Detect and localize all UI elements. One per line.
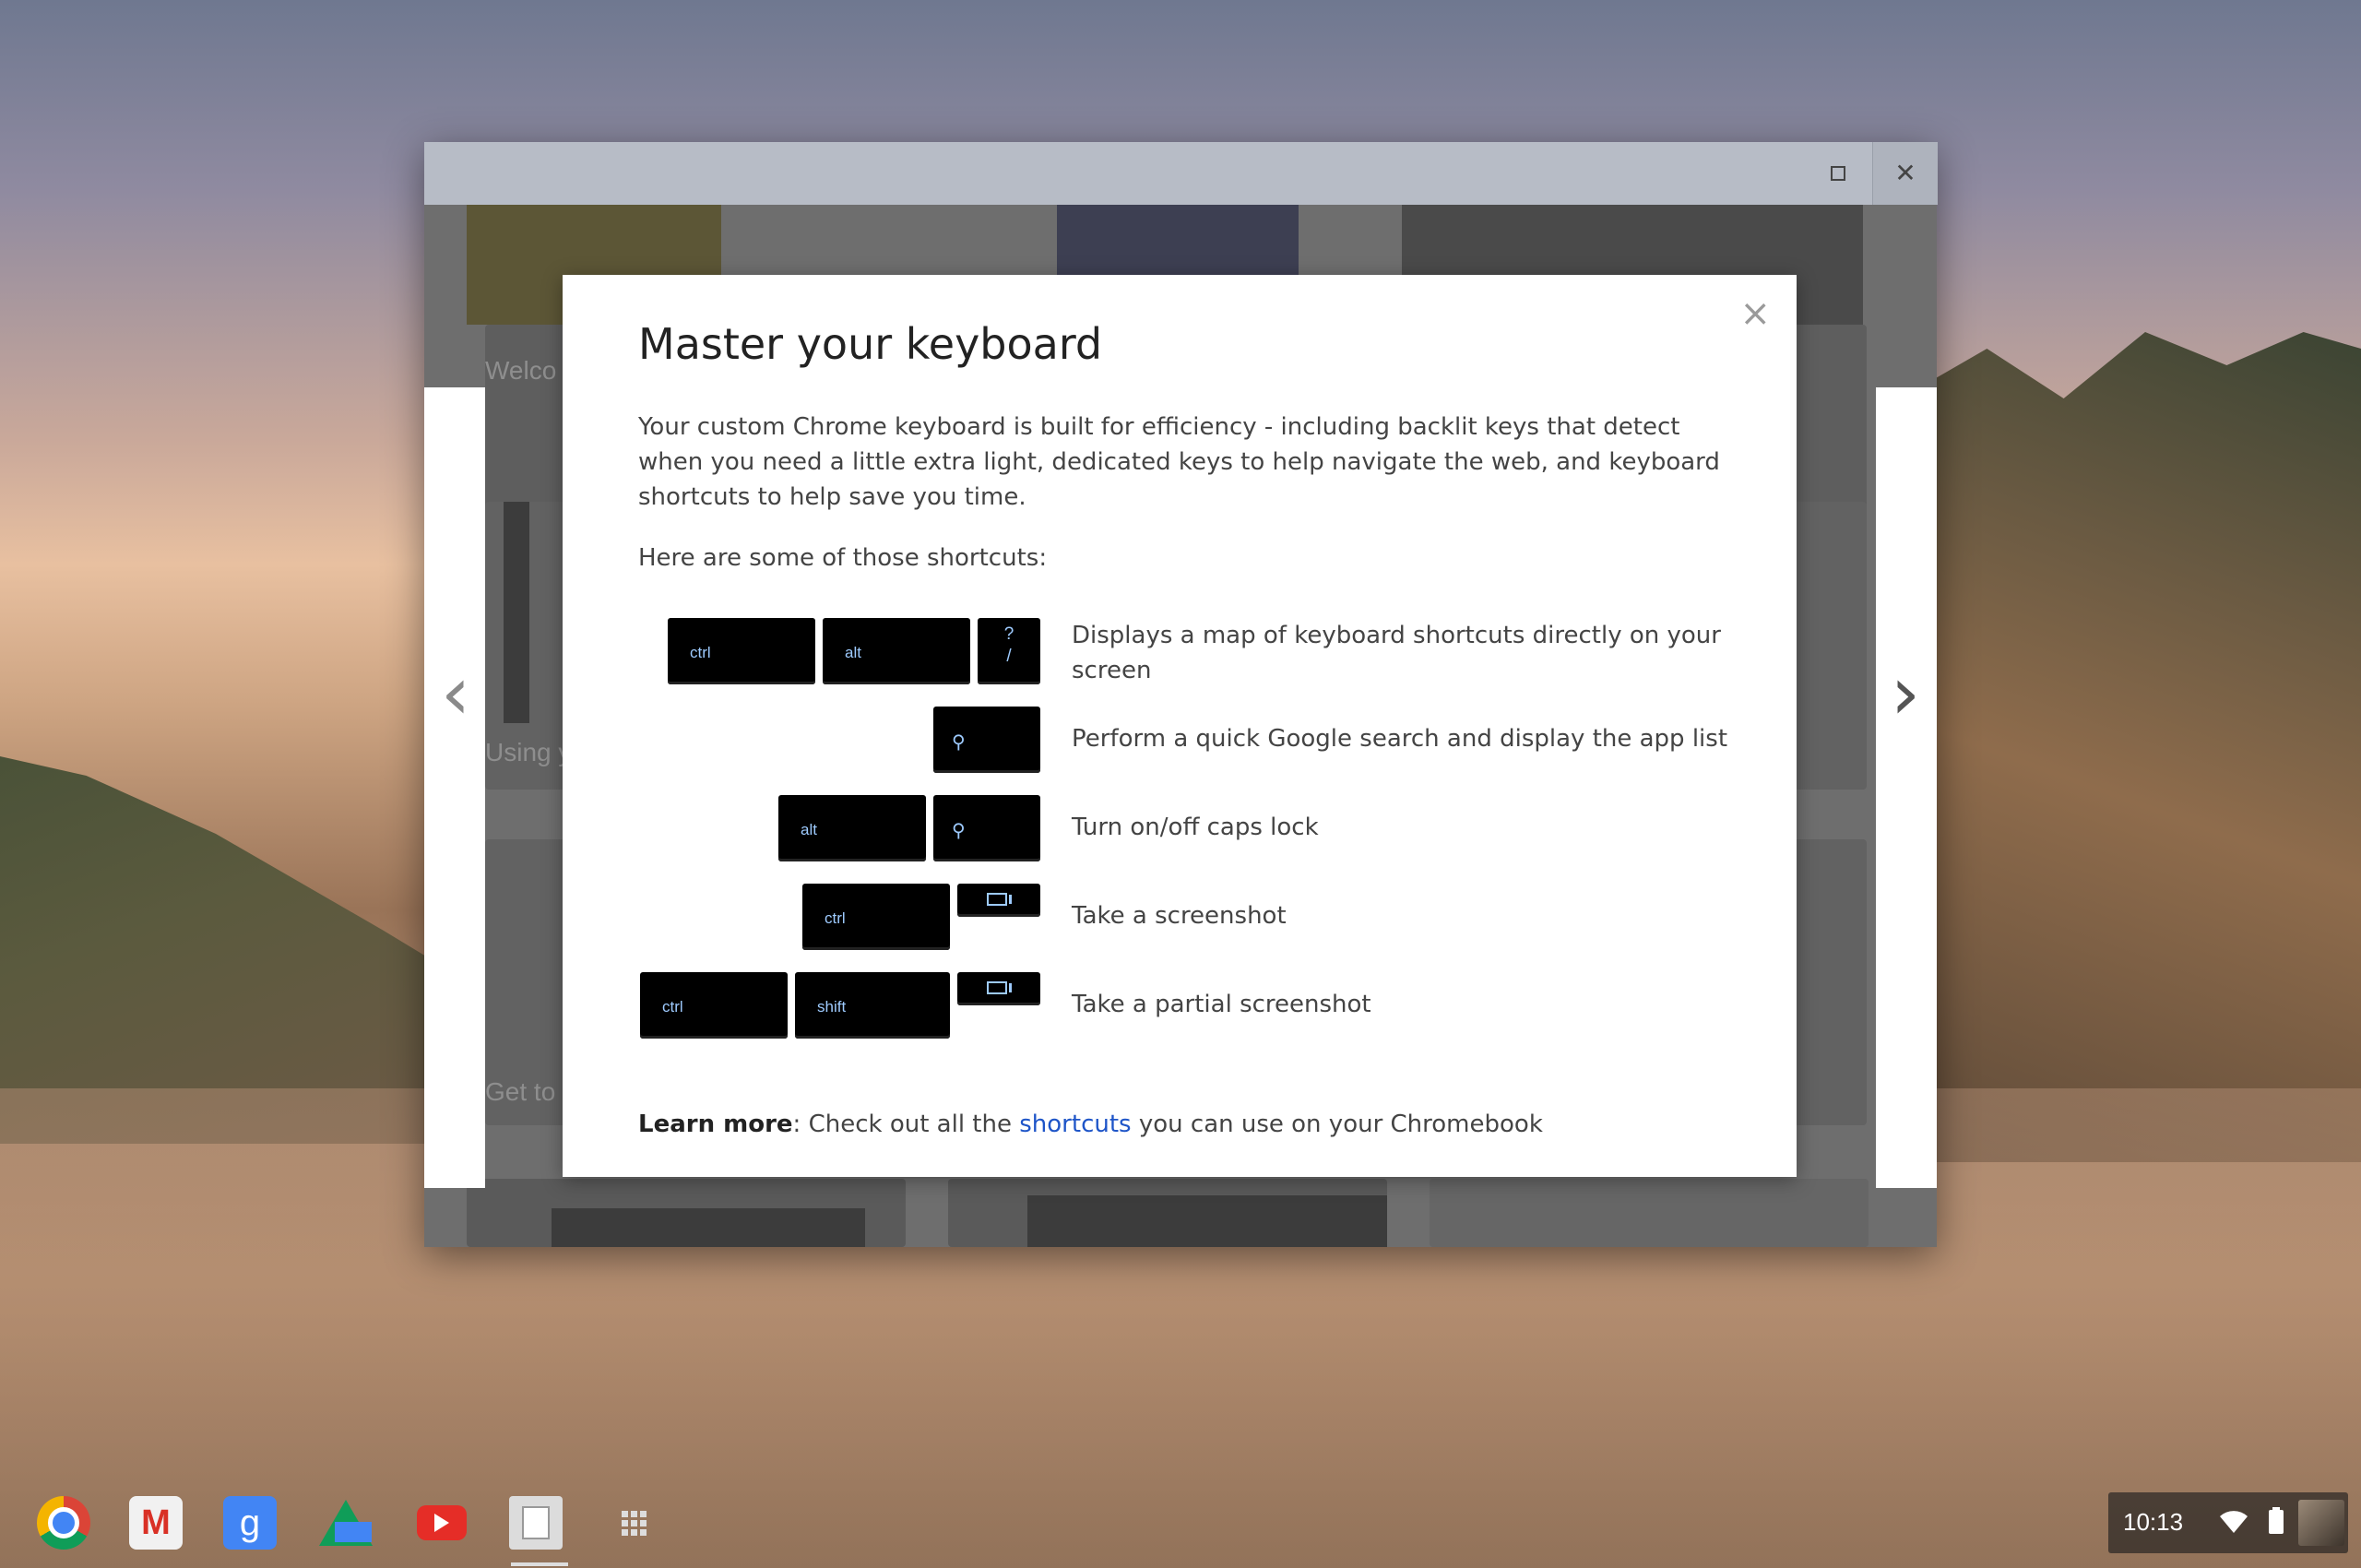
key-label: ctrl bbox=[662, 998, 683, 1016]
learn-more: Learn more: Check out all the shortcuts … bbox=[638, 1111, 1543, 1138]
key-search: ⚲ bbox=[933, 795, 1040, 861]
shortcut-row: ⚲ Perform a quick Google search and disp… bbox=[563, 707, 1797, 777]
google-search-icon[interactable]: g bbox=[223, 1496, 277, 1550]
bg-card-image bbox=[1027, 1195, 1387, 1247]
key-label: / bbox=[1006, 647, 1012, 666]
key-label: ? bbox=[1003, 624, 1014, 644]
wallpaper-mountain bbox=[1881, 332, 2361, 1162]
search-icon: ⚲ bbox=[952, 732, 966, 753]
search-icon: ⚲ bbox=[952, 821, 966, 841]
dialog-title: Master your keyboard bbox=[638, 319, 1103, 369]
next-arrow-icon[interactable]: › bbox=[1891, 657, 1920, 731]
youtube-icon[interactable] bbox=[415, 1496, 469, 1550]
bg-card-title: Get to bbox=[485, 1077, 556, 1106]
bg-card-title: Using y bbox=[485, 738, 572, 766]
shortcuts-link[interactable]: shortcuts bbox=[1019, 1111, 1131, 1138]
app-launcher-icon[interactable] bbox=[607, 1496, 660, 1550]
key-window-switcher bbox=[957, 972, 1040, 1005]
close-icon: ✕ bbox=[1894, 158, 1916, 188]
wallpaper-hill bbox=[0, 756, 480, 1144]
key-window-switcher bbox=[957, 884, 1040, 917]
bg-card-image bbox=[504, 502, 529, 723]
key-alt: alt bbox=[778, 795, 926, 861]
dialog-intro: Your custom Chrome keyboard is built for… bbox=[638, 413, 1720, 511]
key-alt: alt bbox=[823, 618, 970, 684]
window-switcher-icon bbox=[987, 893, 1012, 906]
key-question: ? / bbox=[978, 618, 1040, 684]
key-label: shift bbox=[817, 998, 847, 1016]
shortcuts-heading: Here are some of those shortcuts: bbox=[638, 544, 1048, 572]
status-tray[interactable]: 10:13 bbox=[2108, 1492, 2348, 1553]
key-label: alt bbox=[801, 821, 817, 838]
shortcut-description: Displays a map of keyboard shortcuts dir… bbox=[1072, 622, 1721, 684]
files-icon[interactable] bbox=[509, 1496, 563, 1550]
learn-more-label: Learn more bbox=[638, 1111, 793, 1138]
google-glyph: g bbox=[239, 1502, 261, 1543]
bg-card-thumb bbox=[1057, 205, 1299, 279]
gmail-glyph: M bbox=[141, 1503, 171, 1542]
active-app-indicator bbox=[511, 1562, 568, 1566]
key-ctrl: ctrl bbox=[802, 884, 950, 950]
maximize-icon bbox=[1831, 166, 1845, 181]
drive-icon[interactable] bbox=[319, 1496, 373, 1550]
shelf: M g 10:13 bbox=[0, 1476, 2361, 1568]
shortcut-row: alt ⚲ Turn on/off caps lock bbox=[563, 795, 1797, 865]
keyboard-dialog: × Master your keyboard Your custom Chrom… bbox=[563, 275, 1797, 1177]
shortcut-description: Perform a quick Google search and displa… bbox=[1072, 725, 1728, 753]
previous-arrow-icon[interactable]: ‹ bbox=[441, 657, 470, 731]
right-side-panel bbox=[1876, 387, 1937, 1188]
key-shift: shift bbox=[795, 972, 950, 1039]
key-label: alt bbox=[845, 644, 861, 661]
shortcut-description: Take a screenshot bbox=[1072, 902, 1287, 930]
gmail-icon[interactable]: M bbox=[129, 1496, 183, 1550]
key-ctrl: ctrl bbox=[668, 618, 815, 684]
key-label: ctrl bbox=[690, 644, 711, 661]
clock[interactable]: 10:13 bbox=[2123, 1508, 2183, 1537]
dialog-close-icon[interactable]: × bbox=[1739, 295, 1771, 332]
chrome-icon[interactable] bbox=[37, 1496, 90, 1550]
key-ctrl: ctrl bbox=[640, 972, 788, 1039]
shortcut-row: ctrl Take a screenshot bbox=[563, 884, 1797, 954]
learn-more-prefix: : Check out all the bbox=[792, 1111, 1020, 1138]
left-side-panel bbox=[424, 387, 485, 1188]
shortcut-description: Take a partial screenshot bbox=[1072, 991, 1371, 1018]
avatar[interactable] bbox=[2298, 1500, 2344, 1546]
window-titlebar[interactable]: ✕ bbox=[424, 142, 1938, 206]
window-switcher-icon bbox=[987, 981, 1012, 994]
window-close-button[interactable]: ✕ bbox=[1872, 142, 1938, 205]
key-label: ctrl bbox=[825, 909, 846, 927]
battery-icon bbox=[2269, 1507, 2284, 1535]
learn-more-suffix: you can use on your Chromebook bbox=[1131, 1111, 1543, 1138]
wifi-icon bbox=[2220, 1511, 2248, 1533]
bg-card-title: Welco bbox=[485, 356, 557, 385]
shortcut-row: ctrl shift Take a partial screenshot bbox=[563, 972, 1797, 1042]
maximize-button[interactable] bbox=[1806, 142, 1870, 205]
bg-card-image bbox=[552, 1208, 865, 1247]
bg-card bbox=[1430, 1179, 1869, 1247]
shortcut-description: Turn on/off caps lock bbox=[1072, 814, 1319, 841]
key-search: ⚲ bbox=[933, 707, 1040, 773]
shortcut-row: ctrl alt ? / Displays a map of keyboard … bbox=[563, 618, 1797, 688]
